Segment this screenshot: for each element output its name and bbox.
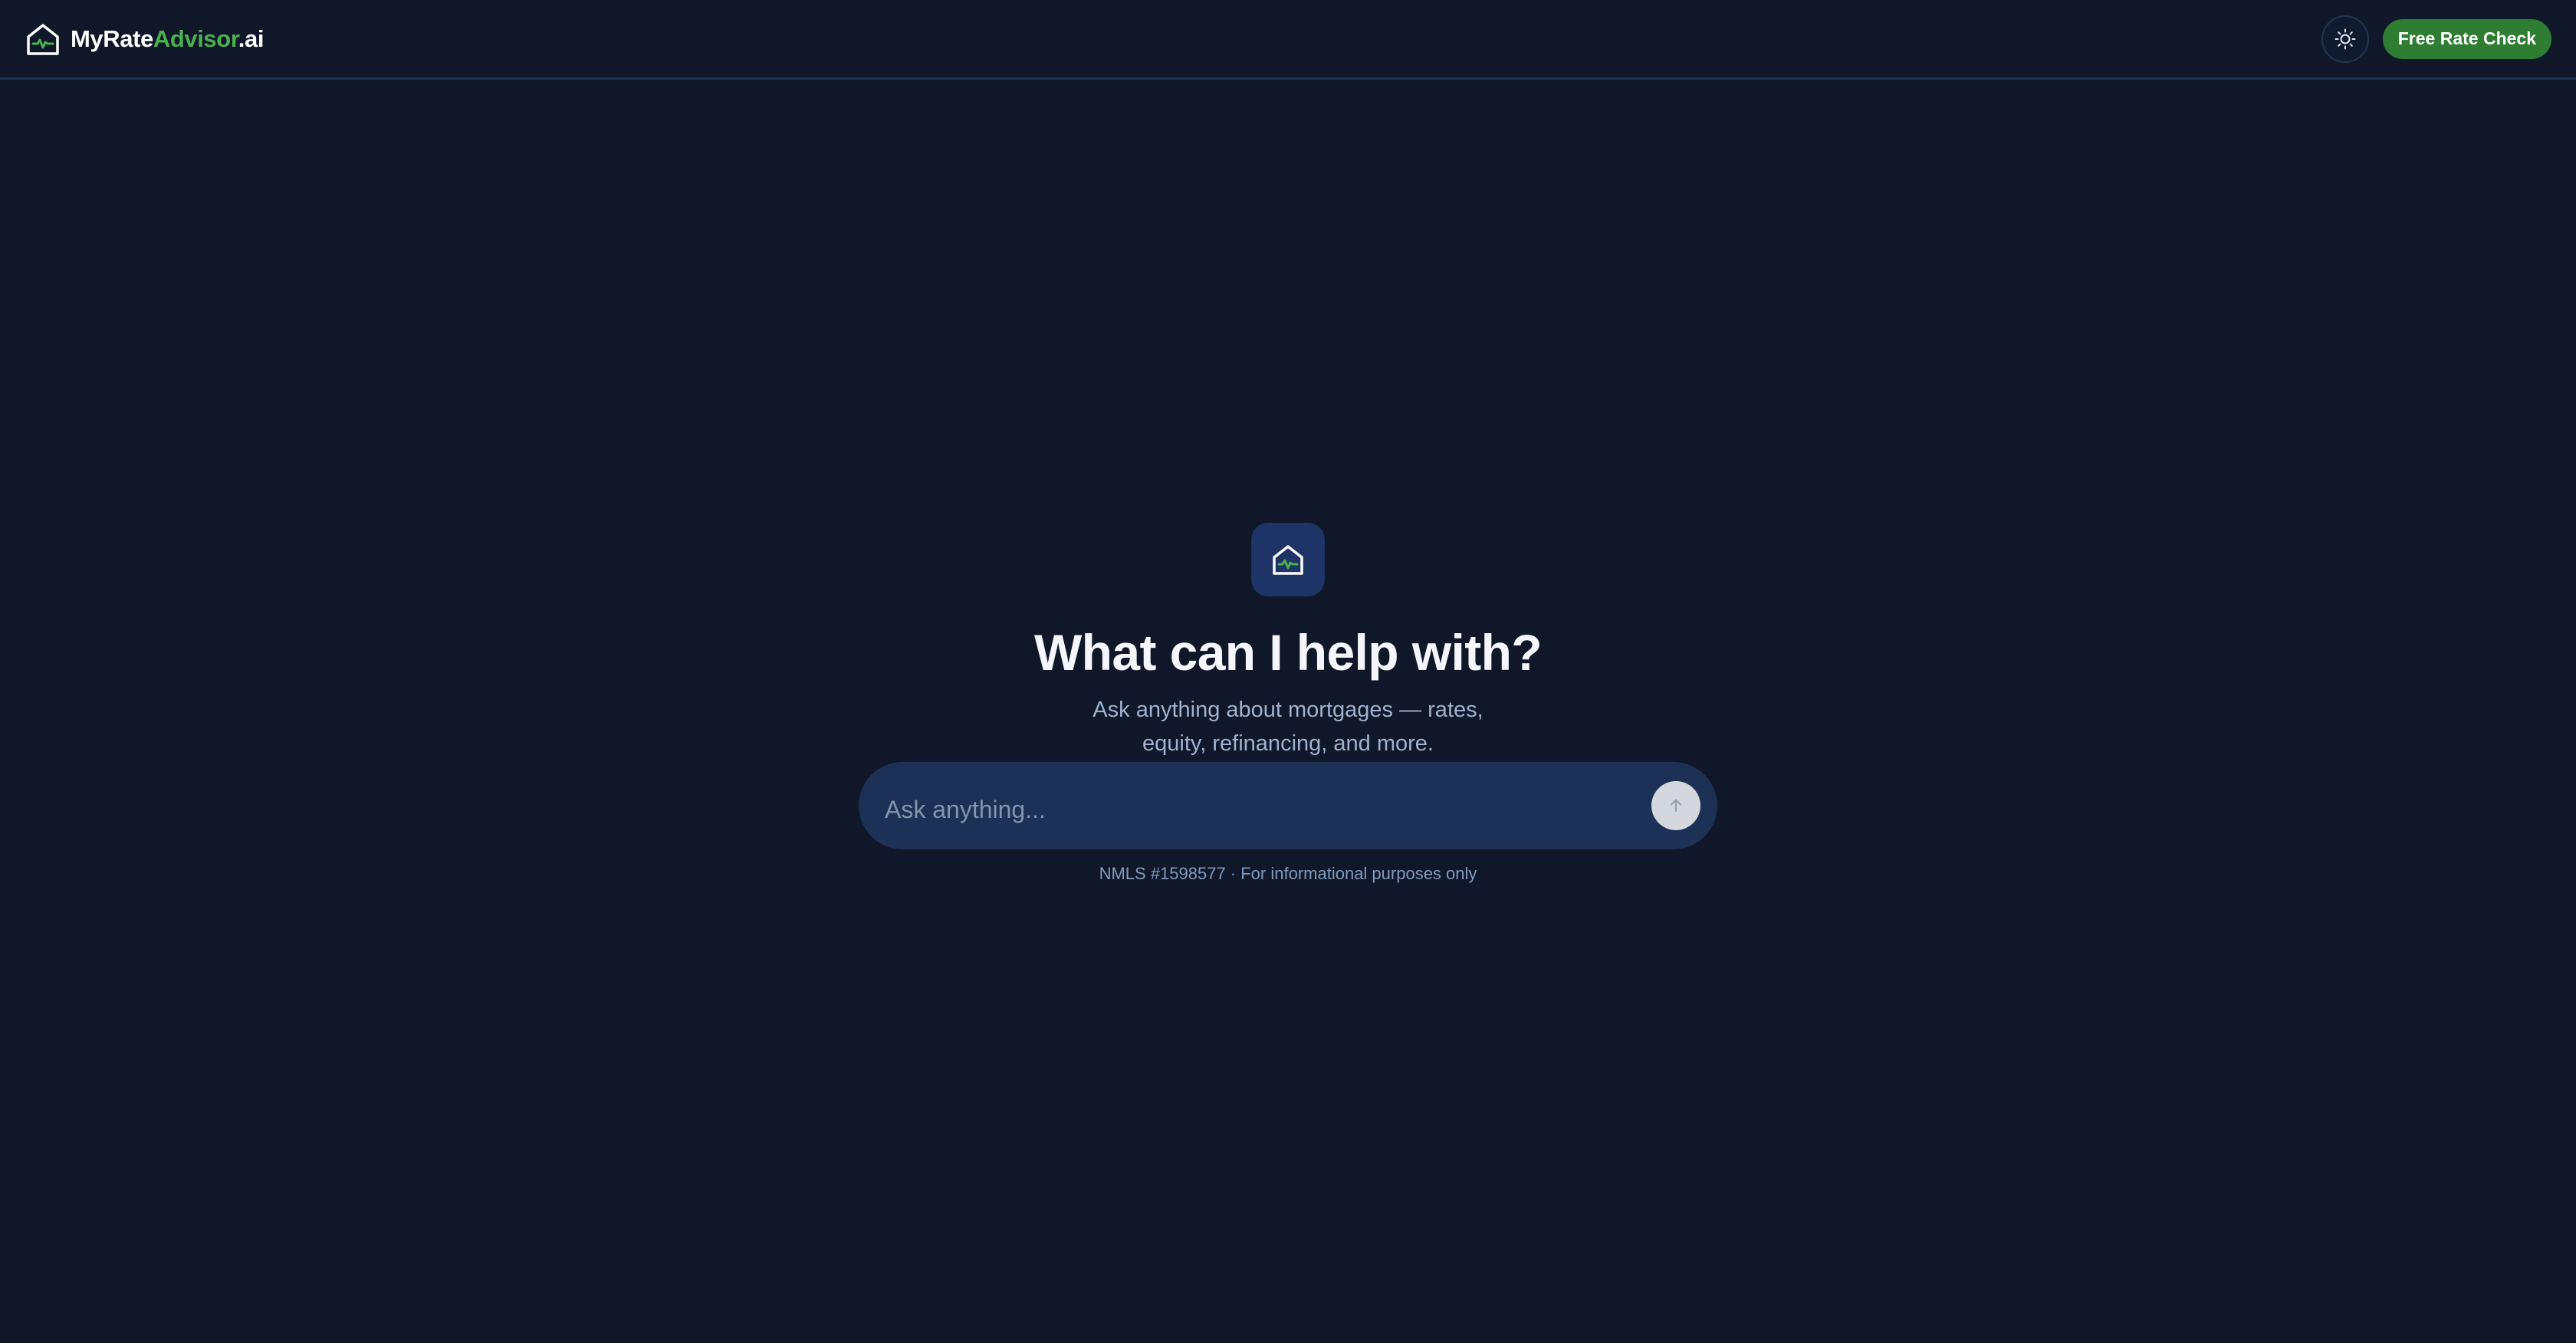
chat-composer	[859, 762, 1717, 849]
house-pulse-icon	[1273, 545, 1303, 575]
hero-logo-badge	[1251, 523, 1325, 596]
brand-name-part2: Advisor	[153, 25, 238, 52]
theme-toggle-button[interactable]	[2321, 15, 2369, 63]
brand-name-part3: .ai	[238, 25, 264, 52]
sun-icon	[2334, 28, 2356, 49]
brand-link[interactable]: MyRateAdvisor.ai	[25, 21, 264, 57]
hero-section: What can I help with? Ask anything about…	[0, 0, 2576, 1343]
send-button[interactable]	[1651, 781, 1700, 830]
house-pulse-icon	[27, 23, 59, 55]
page-title: What can I help with?	[1033, 624, 1543, 681]
free-rate-check-button[interactable]: Free Rate Check	[2382, 18, 2551, 59]
brand-name-part1: MyRate	[71, 25, 153, 52]
brand-name: MyRateAdvisor.ai	[71, 25, 264, 53]
arrow-up-icon	[1670, 799, 1682, 813]
header-actions: Free Rate Check	[2321, 15, 2551, 63]
disclaimer-text: NMLS #1598577 · For informational purpos…	[1099, 864, 1477, 883]
page-subtitle: Ask anything about mortgages — rates, eq…	[1092, 698, 1484, 756]
chat-input[interactable]	[885, 786, 1651, 832]
top-header: MyRateAdvisor.ai Free Rate Check	[0, 0, 2576, 80]
